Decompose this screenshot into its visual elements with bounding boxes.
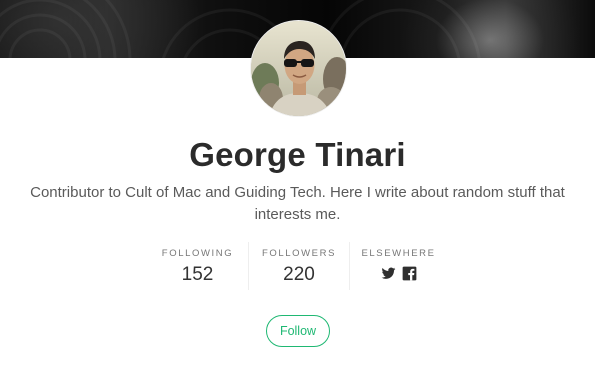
follow-button[interactable]: Follow	[266, 315, 330, 347]
profile-stats: FOLLOWING 152 FOLLOWERS 220 ELSEWHERE	[147, 242, 447, 290]
stat-following-value: 152	[181, 264, 214, 285]
avatar[interactable]	[250, 20, 347, 117]
facebook-icon[interactable]	[402, 266, 417, 281]
avatar-photo	[251, 21, 346, 116]
profile-name: George Tinari	[189, 136, 406, 173]
twitter-icon[interactable]	[381, 266, 396, 281]
stat-followers-value: 220	[283, 264, 315, 285]
stat-followers[interactable]: FOLLOWERS 220	[249, 242, 349, 290]
stat-elsewhere: ELSEWHERE	[350, 242, 447, 290]
stat-following[interactable]: FOLLOWING 152	[147, 242, 248, 290]
stat-followers-label: FOLLOWERS	[261, 248, 337, 259]
stat-following-label: FOLLOWING	[161, 248, 234, 259]
profile-bio: Contributor to Cult of Mac and Guiding T…	[30, 184, 565, 223]
social-links	[350, 266, 447, 281]
stat-elsewhere-label: ELSEWHERE	[361, 248, 436, 259]
